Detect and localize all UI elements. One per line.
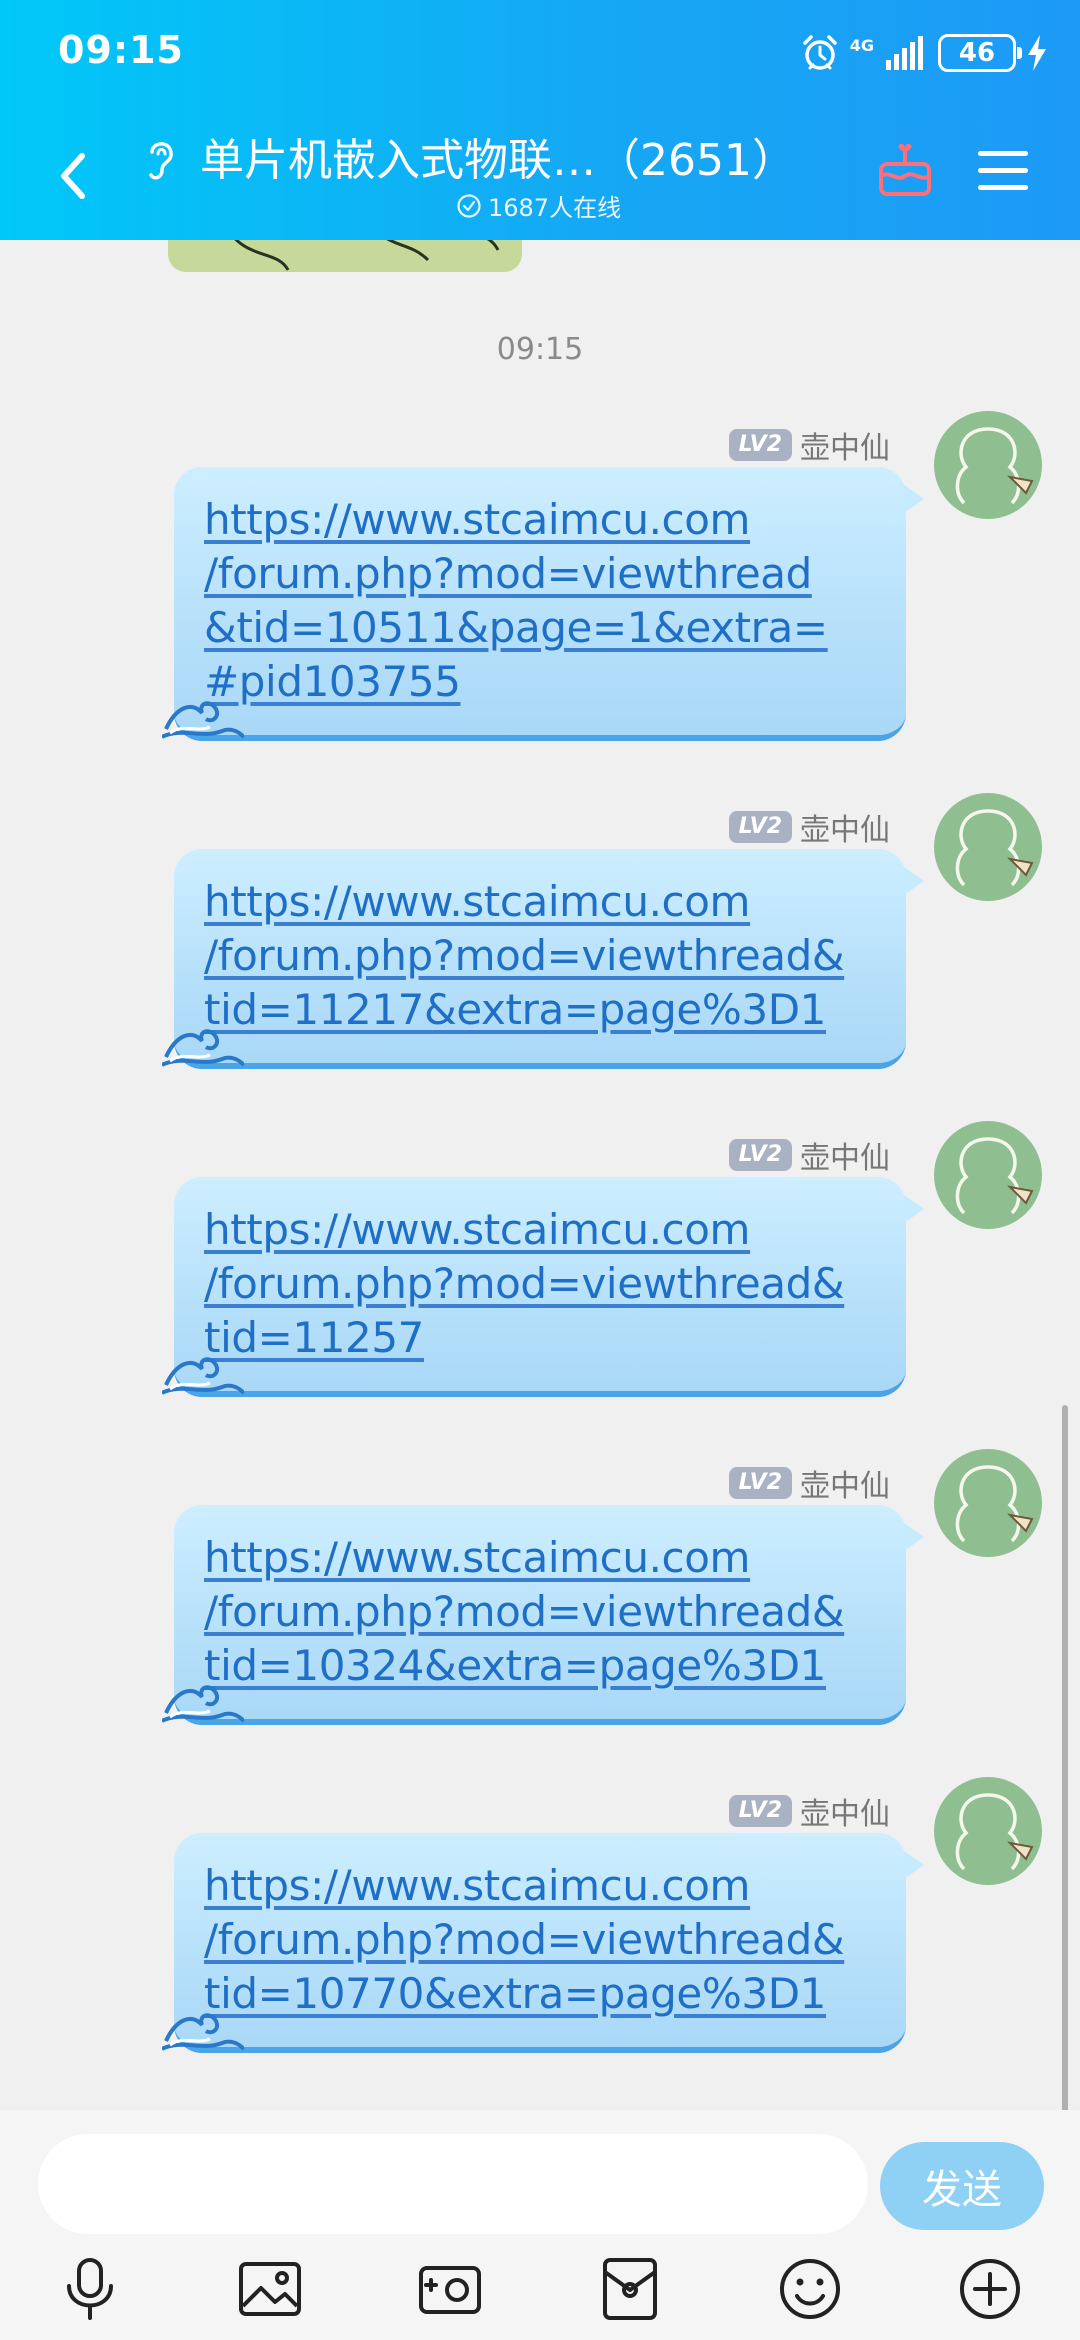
avatar-silhouette-icon (955, 1465, 1034, 1543)
plus-icon[interactable] (957, 2256, 1023, 2322)
chat-scrollbar[interactable] (1062, 1405, 1068, 2115)
wave-decoration-icon (162, 701, 244, 739)
avatar[interactable] (934, 1777, 1042, 1885)
time-separator: 09:15 (496, 332, 584, 367)
message-link-text[interactable]: https://www.stcaimcu.com /forum.php?mod=… (204, 875, 876, 1037)
avatar-silhouette-icon (955, 1793, 1034, 1871)
sender-name[interactable]: 壶中仙 (800, 1133, 890, 1177)
input-panel: 发送 (0, 2110, 1080, 2340)
sender-row: LV2 壶中仙 (728, 1789, 890, 1833)
status-time: 09:15 (58, 28, 184, 72)
online-count[interactable]: 1687人在线 (456, 188, 621, 223)
network-type-label: 4G (849, 36, 874, 55)
wave-decoration-icon (162, 1357, 244, 1395)
send-button[interactable]: 发送 (880, 2142, 1044, 2230)
sender-row: LV2 壶中仙 (728, 423, 890, 467)
wave-decoration-icon (162, 1029, 244, 1067)
message-bubble[interactable]: https://www.stcaimcu.com /forum.php?mod=… (162, 1177, 924, 1397)
microphone-icon[interactable] (57, 2256, 123, 2322)
message-bubble[interactable]: https://www.stcaimcu.com /forum.php?mod=… (162, 849, 924, 1069)
wave-decoration-icon (162, 2013, 244, 2051)
menu-icon[interactable] (976, 148, 1030, 194)
message-link-text[interactable]: https://www.stcaimcu.com /forum.php?mod=… (204, 1859, 876, 2021)
level-badge: LV2 (728, 1139, 792, 1171)
charging-bolt-icon (1028, 35, 1046, 71)
back-arrow-icon[interactable] (48, 146, 98, 206)
avatar[interactable] (934, 1449, 1042, 1557)
message-link-text[interactable]: https://www.stcaimcu.com /forum.php?mod=… (204, 1531, 876, 1693)
ear-mode-icon[interactable] (144, 136, 178, 184)
previous-image-sketch (234, 240, 500, 271)
check-circle-icon (457, 193, 481, 218)
sender-row: LV2 壶中仙 (728, 805, 890, 849)
alarm-icon (802, 35, 837, 70)
avatar[interactable] (934, 793, 1042, 901)
message-input[interactable] (38, 2134, 868, 2234)
level-badge: LV2 (728, 1795, 792, 1827)
group-title[interactable]: 单片机嵌入式物联…（2651） (200, 124, 796, 188)
message-bubble[interactable]: https://www.stcaimcu.com /forum.php?mod=… (162, 467, 924, 741)
red-packet-icon[interactable] (597, 2256, 663, 2322)
input-toolbar (0, 2250, 1080, 2340)
message-bubble[interactable]: https://www.stcaimcu.com /forum.php?mod=… (162, 1505, 924, 1725)
wave-decoration-icon (162, 1685, 244, 1723)
emoji-icon[interactable] (777, 2256, 843, 2322)
level-badge: LV2 (728, 811, 792, 843)
nav-bar: 单片机嵌入式物联…（2651） 1687人在线 (0, 110, 1080, 240)
status-indicators: 4G 46 (800, 30, 1048, 76)
avatar-silhouette-icon (955, 1137, 1034, 1215)
message-link-text[interactable]: https://www.stcaimcu.com /forum.php?mod=… (204, 493, 876, 709)
message-bubble[interactable]: https://www.stcaimcu.com /forum.php?mod=… (162, 1833, 924, 2053)
sender-name[interactable]: 壶中仙 (800, 423, 890, 467)
gift-cake-icon[interactable] (876, 142, 934, 200)
image-icon[interactable] (237, 2256, 303, 2322)
status-bar: 09:15 4G 46 (0, 0, 1080, 110)
level-badge: LV2 (728, 429, 792, 461)
level-badge: LV2 (728, 1467, 792, 1499)
chat-header: 09:15 4G 46 单片机嵌入式物联…（2651） 1687人在线 (0, 0, 1080, 240)
signal-icon (886, 36, 923, 70)
avatar-silhouette-icon (955, 809, 1034, 887)
previous-image-message[interactable] (168, 240, 522, 272)
message-link-text[interactable]: https://www.stcaimcu.com /forum.php?mod=… (204, 1203, 876, 1365)
sender-row: LV2 壶中仙 (728, 1133, 890, 1177)
battery-indicator: 46 (938, 34, 1022, 72)
chat-message-list[interactable]: 09:15 LV2 壶中仙 https://www.stcaimcu.com /… (0, 240, 1080, 2110)
avatar[interactable] (934, 1121, 1042, 1229)
sender-name[interactable]: 壶中仙 (800, 1789, 890, 1833)
sender-name[interactable]: 壶中仙 (800, 1461, 890, 1505)
sender-name[interactable]: 壶中仙 (800, 805, 890, 849)
sender-row: LV2 壶中仙 (728, 1461, 890, 1505)
online-count-text: 1687人在线 (488, 194, 622, 222)
camera-icon[interactable] (417, 2256, 483, 2322)
avatar-silhouette-icon (955, 427, 1034, 505)
avatar[interactable] (934, 411, 1042, 519)
